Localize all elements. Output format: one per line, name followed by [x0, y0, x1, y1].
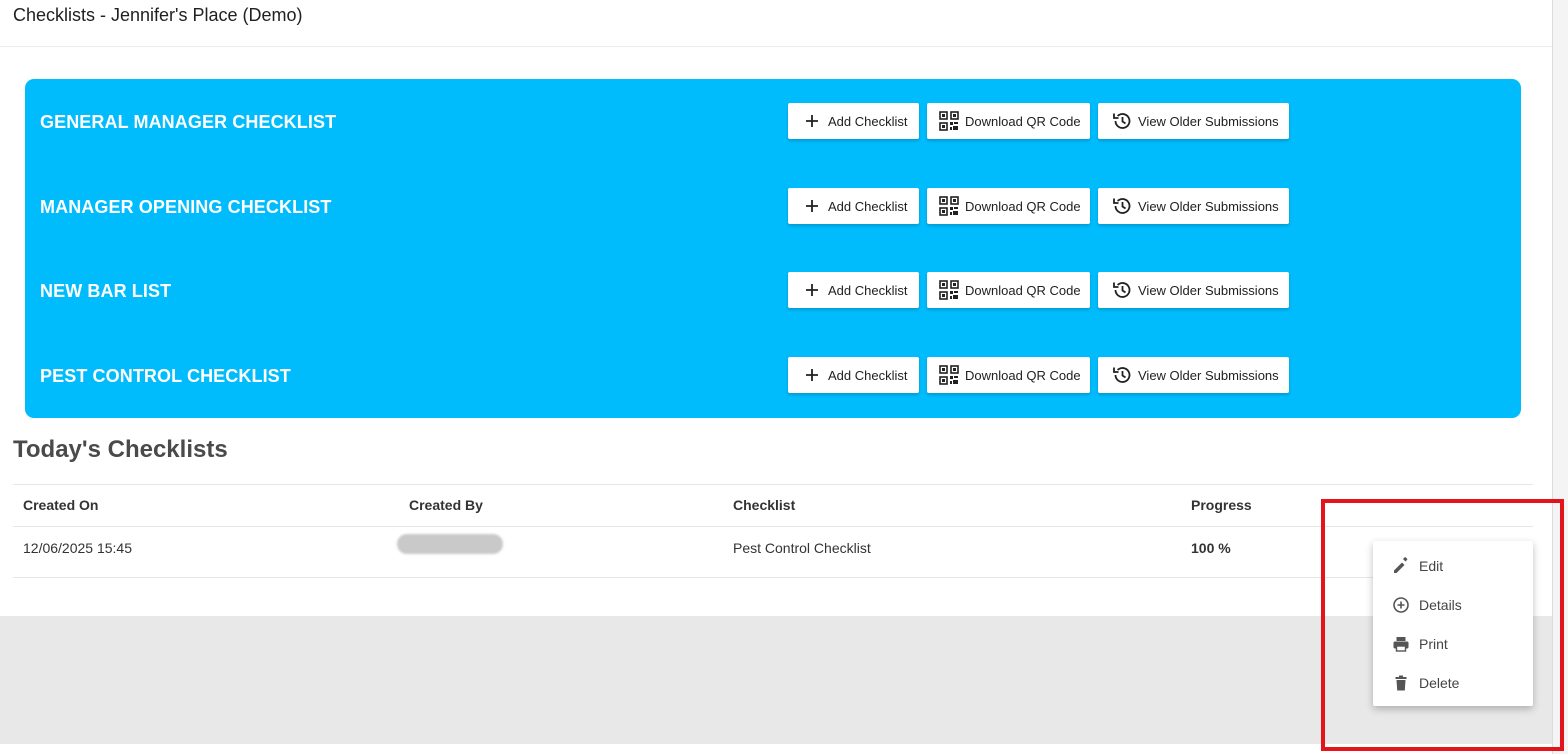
- plus-circle-icon: [1391, 595, 1411, 615]
- todays-checklists-table: Created On Created By Checklist Progress…: [13, 484, 1533, 578]
- download-qr-code-button[interactable]: Download QR Code: [927, 103, 1090, 139]
- column-header-created-by[interactable]: Created By: [409, 497, 483, 513]
- qr-code-icon: [939, 111, 959, 131]
- checklist-template-name: PEST CONTROL CHECKLIST: [40, 366, 291, 386]
- cell-checklist: Pest Control Checklist: [733, 540, 871, 556]
- plus-icon: [802, 196, 822, 216]
- menu-item-delete[interactable]: Delete: [1373, 663, 1533, 702]
- add-checklist-label: Add Checklist: [828, 282, 908, 298]
- history-icon: [1112, 111, 1132, 131]
- add-checklist-label: Add Checklist: [828, 198, 908, 214]
- todays-checklists-heading: Today's Checklists: [13, 436, 228, 463]
- plus-icon: [802, 365, 822, 385]
- page-title: Checklists - Jennifer's Place (Demo): [13, 5, 303, 25]
- row-actions-menu: Edit Details Print Delete: [1373, 541, 1533, 706]
- add-checklist-button[interactable]: Add Checklist: [788, 357, 919, 393]
- download-qr-code-button[interactable]: Download QR Code: [927, 357, 1090, 393]
- add-checklist-button[interactable]: Add Checklist: [788, 188, 919, 224]
- qr-code-icon: [939, 365, 959, 385]
- page-background: [0, 616, 1552, 744]
- menu-item-details[interactable]: Details: [1373, 585, 1533, 624]
- bottom-strip: [0, 744, 1552, 754]
- download-qr-code-label: Download QR Code: [965, 282, 1081, 298]
- menu-item-edit[interactable]: Edit: [1373, 546, 1533, 585]
- view-older-submissions-button[interactable]: View Older Submissions: [1098, 103, 1289, 139]
- history-icon: [1112, 365, 1132, 385]
- qr-code-icon: [939, 280, 959, 300]
- checklist-template-row: GENERAL MANAGER CHECKLIST Add Checklist …: [25, 103, 1521, 141]
- checklist-template-name: MANAGER OPENING CHECKLIST: [40, 197, 332, 217]
- cell-created-on: 12/06/2025 15:45: [23, 540, 132, 556]
- trash-icon: [1391, 673, 1411, 693]
- redacted-name: [397, 534, 503, 554]
- view-older-submissions-button[interactable]: View Older Submissions: [1098, 188, 1289, 224]
- scrollbar-track[interactable]: [1552, 0, 1568, 754]
- menu-item-label: Details: [1419, 596, 1462, 613]
- history-icon: [1112, 280, 1132, 300]
- add-checklist-button[interactable]: Add Checklist: [788, 272, 919, 308]
- plus-icon: [802, 111, 822, 131]
- view-older-submissions-button[interactable]: View Older Submissions: [1098, 272, 1289, 308]
- menu-item-print[interactable]: Print: [1373, 624, 1533, 663]
- checklist-template-row: MANAGER OPENING CHECKLIST Add Checklist …: [25, 188, 1521, 226]
- page-card: Checklists - Jennifer's Place (Demo) GEN…: [0, 0, 1552, 616]
- pencil-icon: [1391, 556, 1411, 576]
- download-qr-code-label: Download QR Code: [965, 198, 1081, 214]
- cell-progress: 100 %: [1191, 540, 1231, 556]
- checklist-template-row: NEW BAR LIST Add Checklist Download QR C…: [25, 272, 1521, 310]
- column-header-checklist[interactable]: Checklist: [733, 497, 795, 513]
- menu-item-label: Edit: [1419, 557, 1444, 574]
- qr-code-icon: [939, 196, 959, 216]
- view-older-submissions-label: View Older Submissions: [1138, 113, 1279, 129]
- menu-item-label: Print: [1419, 635, 1448, 652]
- add-checklist-label: Add Checklist: [828, 367, 908, 383]
- download-qr-code-button[interactable]: Download QR Code: [927, 188, 1090, 224]
- table-header: Created On Created By Checklist Progress: [13, 484, 1533, 527]
- column-header-progress[interactable]: Progress: [1191, 497, 1252, 513]
- download-qr-code-label: Download QR Code: [965, 113, 1081, 129]
- history-icon: [1112, 196, 1132, 216]
- add-checklist-label: Add Checklist: [828, 113, 908, 129]
- page-header: Checklists - Jennifer's Place (Demo): [0, 0, 1552, 47]
- printer-icon: [1391, 634, 1411, 654]
- checklist-template-name: GENERAL MANAGER CHECKLIST: [40, 112, 337, 132]
- plus-icon: [802, 280, 822, 300]
- view-older-submissions-button[interactable]: View Older Submissions: [1098, 357, 1289, 393]
- view-older-submissions-label: View Older Submissions: [1138, 367, 1279, 383]
- checklist-template-row: PEST CONTROL CHECKLIST Add Checklist Dow…: [25, 357, 1521, 395]
- view-older-submissions-label: View Older Submissions: [1138, 282, 1279, 298]
- checklist-template-name: NEW BAR LIST: [40, 281, 172, 301]
- table-row[interactable]: 12/06/2025 15:45 Pest Control Checklist …: [13, 527, 1533, 578]
- column-header-created-on[interactable]: Created On: [23, 497, 98, 513]
- view-older-submissions-label: View Older Submissions: [1138, 198, 1279, 214]
- download-qr-code-button[interactable]: Download QR Code: [927, 272, 1090, 308]
- menu-item-label: Delete: [1419, 674, 1460, 691]
- add-checklist-button[interactable]: Add Checklist: [788, 103, 919, 139]
- download-qr-code-label: Download QR Code: [965, 367, 1081, 383]
- checklist-templates-panel: GENERAL MANAGER CHECKLIST Add Checklist …: [25, 79, 1521, 418]
